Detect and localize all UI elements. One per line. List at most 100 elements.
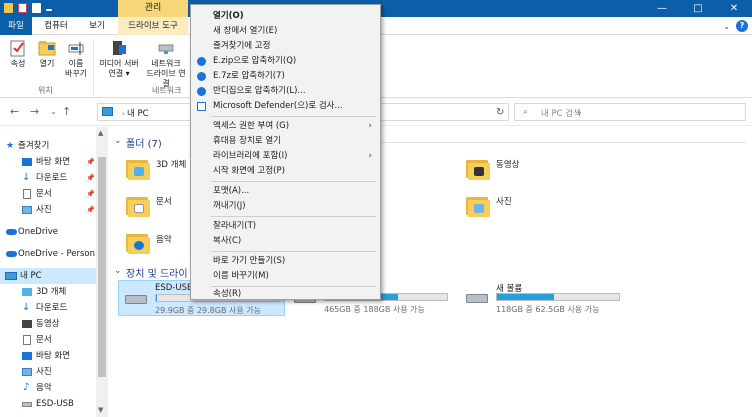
scroll-down-icon[interactable]: ▼ bbox=[98, 406, 103, 414]
scroll-thumb[interactable] bbox=[98, 157, 106, 377]
folder-pictures[interactable] bbox=[466, 194, 492, 218]
menu-item-open-portable[interactable]: 휴대용 장치로 열기 bbox=[191, 134, 380, 149]
menu-item-rename[interactable]: 이름 바꾸기(M) bbox=[191, 269, 380, 284]
menu-item-copy[interactable]: 복사(C) bbox=[191, 234, 380, 249]
music-icon bbox=[134, 241, 144, 250]
submenu-arrow-icon: › bbox=[368, 121, 372, 131]
open-button[interactable]: 열기 bbox=[34, 39, 60, 69]
nav-3d-objects[interactable]: 3D 개체 bbox=[0, 284, 96, 300]
nav-downloads-pinned[interactable]: ↓ 다운로드 📌 bbox=[0, 170, 96, 186]
tab-file[interactable]: 파일 bbox=[0, 17, 32, 35]
nav-quick-access[interactable]: ★ 즐겨찾기 bbox=[0, 138, 96, 154]
nav-videos[interactable]: 동영상 bbox=[0, 316, 96, 332]
menu-item-defender-scan[interactable]: Microsoft Defender(으)로 검사... bbox=[191, 99, 380, 114]
folder-documents[interactable] bbox=[126, 194, 152, 218]
menu-label: Microsoft Defender(으)로 검사... bbox=[213, 101, 343, 111]
pin-icon[interactable]: 📌 bbox=[86, 170, 95, 186]
rename-button[interactable]: 이름 바꾸기 bbox=[62, 39, 90, 79]
menu-item-properties[interactable]: 속성(R) bbox=[191, 289, 380, 299]
menu-item-compress-bandizip[interactable]: 반디집으로 압축하기(L)... bbox=[191, 84, 380, 99]
nav-label: 동영상 bbox=[36, 319, 60, 329]
menu-item-pin-quick-access[interactable]: 즐겨찾기에 고정 bbox=[191, 39, 380, 54]
pin-icon[interactable]: 📌 bbox=[86, 186, 95, 202]
tab-view[interactable]: 보기 bbox=[80, 17, 114, 35]
folder-videos[interactable] bbox=[466, 157, 492, 181]
media-server-label-1: 미디어 서버 bbox=[99, 59, 139, 68]
document-icon bbox=[23, 189, 31, 199]
pin-icon[interactable]: 📌 bbox=[86, 154, 95, 170]
folder-label[interactable]: 사진 bbox=[496, 195, 512, 207]
media-server-button[interactable]: 미디어 서버 연결 ▾ bbox=[96, 39, 142, 79]
nav-onedrive-personal[interactable]: OneDrive - Person bbox=[0, 246, 96, 262]
map-network-drive-button[interactable]: 네트워크 드라이브 연결 bbox=[144, 39, 188, 89]
search-placeholder[interactable]: 내 PC 검색 bbox=[541, 107, 581, 119]
customize-toolbar-icon[interactable] bbox=[46, 9, 52, 11]
help-icon[interactable]: ? bbox=[736, 20, 748, 32]
menu-label: 시작 화면에 고정(P) bbox=[213, 166, 285, 176]
tab-drive-tools[interactable]: 드라이브 도구 bbox=[118, 17, 188, 35]
menu-item-pin-start[interactable]: 시작 화면에 고정(P) bbox=[191, 164, 380, 179]
drive-new-volume[interactable]: 새 볼륨 118GB 중 62.5GB 사용 가능 bbox=[460, 280, 630, 316]
nav-onedrive[interactable]: OneDrive bbox=[0, 224, 96, 240]
properties-button[interactable]: 속성 bbox=[6, 39, 30, 69]
folder-music[interactable] bbox=[126, 231, 152, 255]
maximize-button[interactable]: □ bbox=[680, 0, 716, 17]
menu-item-open[interactable]: 열기(O) bbox=[191, 9, 380, 24]
nav-desktop[interactable]: 바탕 화면 bbox=[0, 348, 96, 364]
collapse-drives-icon[interactable]: ⌄ bbox=[114, 266, 122, 276]
folder-icon[interactable] bbox=[4, 3, 13, 13]
menu-item-compress-7z[interactable]: E.7z로 압축하기(7) bbox=[191, 69, 380, 84]
menu-item-eject[interactable]: 꺼내기(J) bbox=[191, 199, 380, 214]
manage-context-tab[interactable]: 관리 bbox=[118, 0, 188, 17]
folder-label[interactable]: 3D 개체 bbox=[156, 158, 186, 170]
cube-icon bbox=[134, 167, 144, 176]
pin-icon[interactable]: 📌 bbox=[86, 202, 95, 218]
ribbon-divider bbox=[93, 39, 94, 95]
menu-item-cut[interactable]: 잘라내기(T) bbox=[191, 219, 380, 234]
recent-locations-button[interactable]: ⌄ bbox=[50, 107, 57, 116]
nav-desktop-pinned[interactable]: 바탕 화면 📌 bbox=[0, 154, 96, 170]
back-button[interactable]: ← bbox=[10, 105, 19, 118]
nav-downloads[interactable]: ↓ 다운로드 bbox=[0, 300, 96, 316]
nav-scrollbar[interactable]: ▲ ▼ bbox=[96, 127, 108, 417]
tab-computer[interactable]: 컴퓨터 bbox=[34, 17, 78, 35]
nav-pictures-pinned[interactable]: 사진 📌 bbox=[0, 202, 96, 218]
nav-this-pc[interactable]: 내 PC bbox=[0, 268, 96, 284]
group-network-label: 네트워크 bbox=[152, 86, 182, 95]
menu-item-open-new-window[interactable]: 새 창에서 열기(E) bbox=[191, 24, 380, 39]
properties-quick-icon[interactable] bbox=[18, 3, 27, 13]
nav-documents-pinned[interactable]: 문서 📌 bbox=[0, 186, 96, 202]
nav-music[interactable]: ♪ 음악 bbox=[0, 380, 96, 396]
minimize-button[interactable]: — bbox=[644, 0, 680, 17]
folder-3d-objects[interactable] bbox=[126, 157, 152, 181]
address-path[interactable]: › 내 PC bbox=[122, 107, 149, 119]
scroll-up-icon[interactable]: ▲ bbox=[98, 129, 103, 137]
search-box[interactable]: ⌕ 내 PC 검색 bbox=[514, 103, 746, 121]
menu-item-give-access[interactable]: 액세스 권한 부여 (G) › bbox=[191, 119, 380, 134]
media-server-label-2: 연결 ▾ bbox=[108, 69, 130, 78]
close-button[interactable]: ✕ bbox=[716, 0, 752, 17]
folder-label[interactable]: 문서 bbox=[156, 195, 172, 207]
collapse-folders-icon[interactable]: ⌄ bbox=[114, 136, 122, 146]
nav-label: 사진 bbox=[36, 205, 52, 215]
folder-label[interactable]: 동영상 bbox=[496, 158, 519, 170]
folders-header[interactable]: 폴더 (7) bbox=[126, 135, 162, 150]
music-icon: ♪ bbox=[23, 382, 30, 393]
network-label-1: 네트워크 bbox=[151, 59, 181, 68]
chevron-down-icon[interactable]: ⌄ bbox=[723, 22, 730, 31]
up-button[interactable]: ↑ bbox=[62, 105, 71, 118]
new-folder-quick-icon[interactable] bbox=[32, 3, 41, 13]
folder-label[interactable]: 음악 bbox=[156, 233, 172, 245]
forward-button[interactable]: → bbox=[30, 105, 39, 118]
menu-item-compress-zip[interactable]: E.zip으로 압축하기(Q) bbox=[191, 54, 380, 69]
drives-header[interactable]: 장치 및 드라이 bbox=[126, 265, 188, 280]
refresh-icon[interactable]: ↻ bbox=[496, 107, 504, 118]
menu-item-create-shortcut[interactable]: 바로 가기 만들기(S) bbox=[191, 254, 380, 269]
nav-documents[interactable]: 문서 bbox=[0, 332, 96, 348]
nav-esd-usb[interactable]: ESD-USB bbox=[0, 396, 96, 412]
nav-pictures[interactable]: 사진 bbox=[0, 364, 96, 380]
nav-label: 사진 bbox=[36, 367, 52, 377]
breadcrumb-pc[interactable]: 내 PC bbox=[127, 109, 149, 119]
menu-item-format[interactable]: 포맷(A)... bbox=[191, 184, 380, 199]
menu-item-include-library[interactable]: 라이브러리에 포함(I) › bbox=[191, 149, 380, 164]
